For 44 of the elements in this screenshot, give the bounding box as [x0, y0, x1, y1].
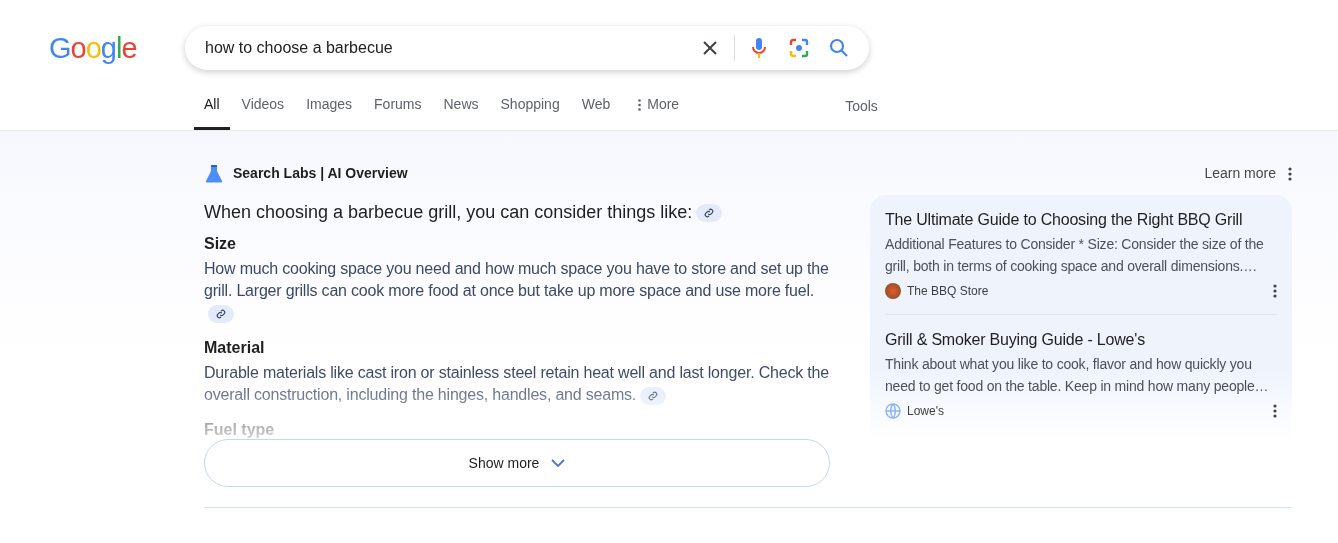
tools-button[interactable]: Tools: [845, 96, 878, 130]
source-title[interactable]: The Ultimate Guide to Choosing the Right BBQ Grill: [885, 209, 1277, 231]
show-more-button[interactable]: Show more: [204, 439, 830, 487]
tab[interactable]: Videos: [231, 94, 295, 130]
tab[interactable]: Images: [296, 94, 363, 130]
source-snippet: Think about what you like to cook, flavor and how quickly you need to get food on the table. Keep in mind how many people…: [885, 355, 1270, 396]
microphone-icon[interactable]: [751, 37, 767, 59]
more-tab[interactable]: More: [628, 94, 690, 130]
section-heading: Fuel type: [204, 420, 276, 440]
vertical-dots-icon: [638, 98, 642, 111]
globe-icon: [885, 403, 901, 419]
tab[interactable]: Web: [571, 94, 621, 130]
camera-lens-icon[interactable]: [789, 38, 809, 58]
more-options-icon[interactable]: [1273, 404, 1277, 418]
tab[interactable]: Forums: [364, 94, 432, 130]
source-title[interactable]: Grill & Smoker Buying Guide - Lowe's: [885, 329, 1277, 351]
close-icon[interactable]: [702, 40, 718, 56]
section-text: How much cooking space you need and how much space you have to store and set up the grill. Larger grills can cook more food at once but take up more space and use more fuel.: [204, 258, 830, 324]
tab[interactable]: News: [433, 94, 489, 130]
source-snippet: Additional Features to Consider * Size: Consider the size of the grill, both in terms of cooking space and overall dimensions.…: [885, 235, 1265, 276]
chevron-down-icon: [551, 459, 566, 467]
logo[interactable]: Google: [49, 33, 185, 63]
site-name: The BBQ Store: [907, 283, 990, 300]
learn-more-link[interactable]: Learn more: [1204, 163, 1276, 184]
overview-title: Search Labs | AI Overview: [233, 164, 409, 183]
more-options-icon[interactable]: [1273, 284, 1277, 298]
site-name: Lowe's: [907, 403, 945, 420]
link-icon: [648, 390, 659, 401]
link-icon: [216, 308, 226, 319]
search-text: how to choose a barbecue: [205, 38, 394, 58]
tab[interactable]: Shopping: [490, 94, 570, 130]
link-chip[interactable]: [696, 204, 723, 223]
section-text: Durable materials like cast iron or stainless steel retain heat well and last longer. Check the overall construction, including the hinges, handles, and seams.: [204, 363, 830, 406]
more-options-icon[interactable]: [1288, 166, 1292, 181]
search-icon[interactable]: [829, 38, 849, 58]
link-chip[interactable]: [208, 304, 234, 323]
link-icon: [704, 208, 715, 219]
link-chip[interactable]: [640, 386, 667, 405]
site-logo-icon: [885, 283, 901, 299]
flask-icon: [204, 163, 224, 184]
overview-intro: When choosing a barbecue grill, you can consider things like:: [204, 199, 830, 225]
section-heading: Material: [204, 338, 266, 358]
section-heading: Size: [204, 234, 237, 254]
search-field[interactable]: how to choose a barbecue: [185, 26, 869, 70]
